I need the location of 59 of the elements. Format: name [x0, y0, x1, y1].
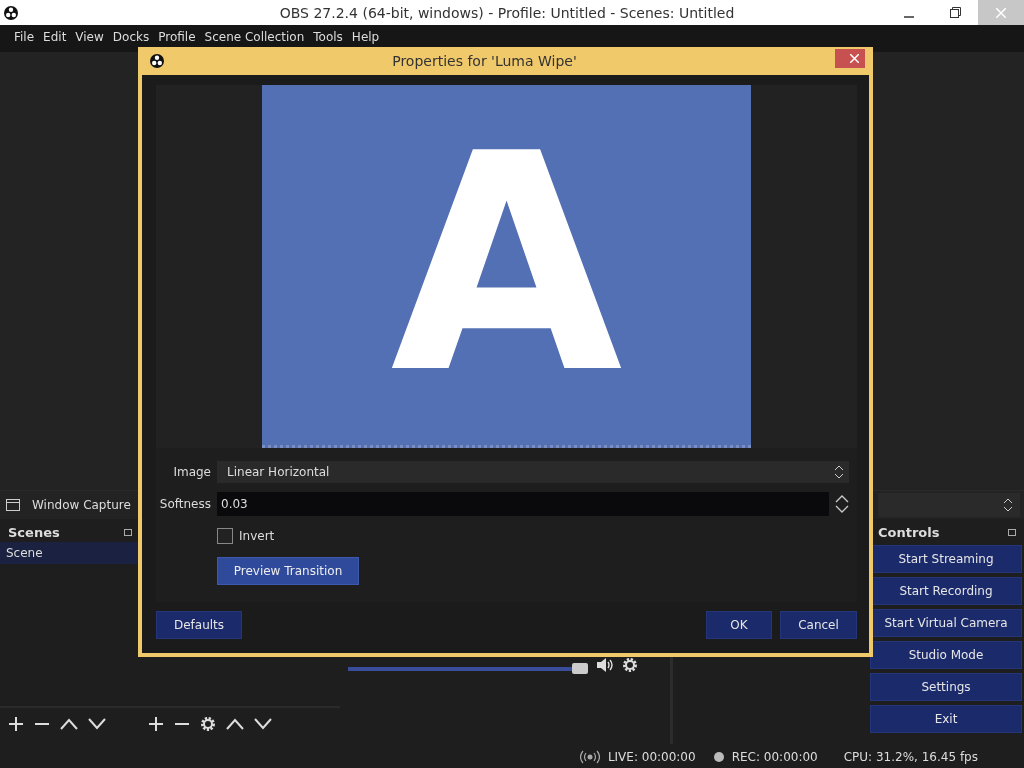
settings-icon — [622, 656, 638, 673]
menu-item[interactable]: Edit — [43, 30, 67, 44]
field-label: Image — [172, 465, 211, 479]
close-button[interactable] — [835, 48, 865, 68]
field-label: Softness — [158, 497, 211, 511]
softness-field[interactable]: 0.03 — [217, 492, 829, 516]
down-icon — [254, 718, 272, 730]
volume-slider[interactable] — [348, 663, 588, 674]
menu-item[interactable]: Help — [351, 30, 380, 44]
cpu-usage: CPU: 31.2%, 16.45 fps — [843, 749, 978, 764]
spin-arrows-icon — [1002, 498, 1014, 512]
up-icon — [226, 718, 244, 730]
menu-item[interactable]: Profile — [158, 30, 196, 44]
menu-item[interactable]: Tools — [313, 30, 343, 44]
menu-item[interactable]: Scene Collection — [204, 30, 305, 44]
float-icon[interactable] — [1008, 529, 1016, 536]
close-icon — [996, 7, 1006, 18]
menu-item[interactable]: Docks — [112, 30, 150, 44]
add-icon — [148, 716, 164, 732]
add-icon — [8, 716, 24, 732]
defaults-button[interactable]: Defaults — [156, 611, 242, 639]
dock-title: Scenes — [8, 525, 60, 540]
control-button[interactable]: Start Virtual Camera — [870, 609, 1022, 637]
checkbox-label: Invert — [239, 529, 275, 543]
control-button[interactable]: Studio Mode — [870, 641, 1022, 669]
down-icon — [88, 718, 106, 730]
preview-letter: A — [390, 115, 623, 415]
scene-item[interactable]: Scene — [0, 542, 140, 564]
spin-arrows-icon — [833, 465, 845, 479]
float-icon[interactable] — [124, 529, 132, 536]
settings-icon — [200, 716, 216, 732]
control-button[interactable]: Start Streaming — [870, 545, 1022, 573]
menu-item[interactable]: View — [75, 30, 104, 44]
spin-arrows-icon — [835, 494, 849, 514]
dialog-title: Properties for 'Luma Wipe' — [391, 53, 578, 69]
preview-button[interactable]: Preview Transition — [217, 557, 359, 585]
window-icon — [6, 499, 20, 511]
control-button[interactable]: Settings — [870, 673, 1022, 701]
control-button[interactable]: Exit — [870, 705, 1022, 733]
rec-time: REC: 00:00:00 — [731, 749, 818, 764]
menu-item[interactable]: File — [14, 30, 35, 44]
dialog-button[interactable]: OK — [706, 611, 772, 639]
broadcast-icon — [579, 749, 600, 764]
image-select[interactable]: Linear Horizontal — [217, 461, 849, 483]
dock-title: Controls — [878, 525, 940, 540]
app-logo-icon — [150, 54, 164, 68]
source-name: Window Capture — [32, 498, 131, 512]
window-title: OBS 27.2.4 (64-bit, windows) - Profile: Untitled - Scenes: Untitled — [278, 4, 736, 21]
minimize-icon — [904, 15, 914, 18]
restore-icon — [949, 7, 961, 18]
dialog-button[interactable]: Cancel — [780, 611, 857, 639]
speaker-icon — [596, 656, 614, 673]
close-icon — [849, 53, 859, 63]
app-logo-icon — [4, 5, 18, 20]
live-time: LIVE: 00:00:00 — [607, 749, 696, 764]
checkbox[interactable] — [217, 528, 233, 544]
control-button[interactable]: Start Recording — [870, 577, 1022, 605]
up-icon — [60, 718, 78, 730]
record-dot-icon — [713, 751, 724, 762]
